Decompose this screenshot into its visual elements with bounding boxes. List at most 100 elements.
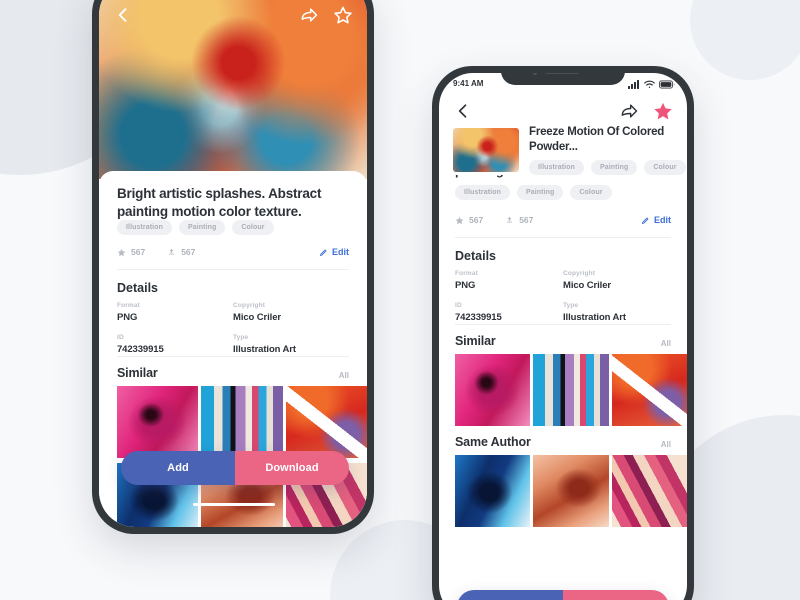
downloads-count: 567	[519, 215, 534, 225]
left-header-actions	[99, 5, 367, 25]
star-outline-icon[interactable]	[333, 5, 353, 25]
similar-all-link[interactable]: All	[661, 339, 671, 348]
favorites-count: 567	[131, 247, 146, 257]
home-indicator	[193, 503, 275, 506]
status-icons	[628, 80, 675, 89]
front-camera-icon	[533, 73, 537, 75]
similar-thumbnail[interactable]	[455, 354, 531, 426]
detail-value: 742339915	[455, 312, 502, 323]
divider	[455, 237, 671, 238]
same-author-heading: Same Author	[455, 435, 531, 449]
status-time: 9:41 AM	[453, 79, 484, 88]
detail-value: Illustration Art	[233, 344, 296, 355]
detail-key: Copyright	[233, 302, 266, 309]
detail-value: 742339915	[117, 344, 164, 355]
edit-label: Edit	[332, 247, 349, 257]
sticky-header: Freeze Motion Of Colored Powder... Illus…	[439, 125, 687, 175]
share-arrow-icon[interactable]	[619, 101, 639, 121]
detail-key: Copyright	[563, 270, 596, 277]
detail-value: Illustration Art	[563, 312, 626, 323]
star-filled-icon[interactable]	[653, 101, 673, 121]
divider	[455, 324, 671, 325]
tag-chip[interactable]: Painting	[178, 220, 226, 235]
favorites-stat: 567	[117, 247, 145, 257]
tag-chip[interactable]: Painting	[590, 159, 638, 175]
tag-chip[interactable]: Illustration	[529, 159, 584, 175]
same-author-thumbnail[interactable]	[455, 455, 531, 527]
same-author-thumbnail[interactable]	[533, 455, 609, 527]
share-arrow-icon[interactable]	[299, 5, 319, 25]
cellular-signal-icon	[628, 80, 639, 89]
edit-label: Edit	[654, 215, 671, 225]
downloads-count: 567	[181, 247, 196, 257]
detail-key: ID	[455, 302, 462, 309]
similar-thumbnail[interactable]	[533, 354, 609, 426]
similar-thumbnail-row	[117, 386, 367, 458]
add-button[interactable]: Add	[457, 590, 563, 600]
tag-list: Illustration Painting Colour	[529, 159, 686, 175]
similar-all-link[interactable]: All	[339, 371, 349, 380]
cta-bar-right: Add Download	[457, 590, 669, 600]
chevron-left-icon[interactable]	[453, 101, 473, 121]
similar-thumbnail[interactable]	[285, 386, 367, 458]
tag-list: Illustration Painting Colour	[117, 220, 274, 235]
cta-bar-left: Add Download	[121, 451, 349, 485]
add-button[interactable]: Add	[121, 451, 235, 485]
edit-button[interactable]: Edit	[319, 247, 349, 257]
detail-key: Type	[233, 334, 249, 341]
wifi-icon	[644, 80, 655, 88]
canvas: Bright artistic splashes. Abstract paint…	[0, 0, 800, 600]
stats-row: 567 567 Edit	[117, 247, 349, 257]
favorites-stat: 567	[455, 215, 483, 225]
scroll-content: painting motion color texture. Illustrat…	[439, 125, 687, 600]
download-button[interactable]: Download	[563, 590, 669, 600]
download-button[interactable]: Download	[235, 451, 349, 485]
same-author-all-link[interactable]: All	[661, 440, 671, 449]
stats-row: 567 567 Edit	[455, 215, 671, 225]
artwork-thumbnail[interactable]	[453, 128, 519, 172]
details-grid: Format PNG Copyright Mico Criler ID 7423…	[117, 302, 349, 355]
chevron-left-icon[interactable]	[113, 5, 133, 25]
screen-right: 9:41 AM Illustration Painting Colour 567…	[439, 73, 687, 600]
same-author-thumbnail[interactable]	[611, 455, 687, 527]
phone-mockup-left: Bright artistic splashes. Abstract paint…	[92, 0, 374, 534]
divider	[117, 269, 349, 270]
similar-thumbnail[interactable]	[201, 386, 283, 458]
tag-chip[interactable]: Colour	[232, 220, 274, 235]
details-heading: Details	[455, 249, 496, 263]
status-bar: 9:41 AM	[439, 73, 687, 99]
tag-chip[interactable]: Illustration	[455, 185, 510, 200]
detail-value: Mico Criler	[233, 312, 281, 323]
tag-chip[interactable]: Painting	[516, 185, 564, 200]
similar-heading: Similar	[455, 334, 496, 348]
background-blob	[690, 0, 800, 80]
detail-value: PNG	[117, 312, 138, 323]
similar-thumbnail[interactable]	[117, 386, 199, 458]
speaker-grill	[545, 73, 579, 74]
same-author-thumbnail-row	[455, 455, 687, 527]
detail-field: Type Illustration Art	[233, 334, 349, 355]
sticky-title: Freeze Motion Of Colored Powder...	[529, 126, 665, 153]
detail-field: Copyright Mico Criler	[233, 302, 349, 323]
battery-icon	[659, 80, 675, 89]
detail-field: ID 742339915	[455, 302, 563, 323]
artwork-title: Bright artistic splashes. Abstract paint…	[117, 186, 322, 219]
favorites-count: 567	[469, 215, 484, 225]
tag-chip[interactable]: Illustration	[117, 220, 172, 235]
similar-heading: Similar	[117, 366, 158, 380]
similar-thumbnail[interactable]	[611, 354, 687, 426]
tag-chip[interactable]: Colour	[644, 159, 686, 175]
hero-artwork-image[interactable]	[99, 0, 367, 179]
tag-chip[interactable]: Colour	[570, 185, 612, 200]
screen-left: Bright artistic splashes. Abstract paint…	[99, 0, 367, 527]
edit-button[interactable]: Edit	[641, 215, 671, 225]
detail-sheet-left: Bright artistic splashes. Abstract paint…	[99, 171, 367, 527]
details-heading: Details	[117, 281, 158, 295]
detail-field: Format PNG	[117, 302, 233, 323]
details-grid: Format PNG Copyright Mico Criler ID 7423…	[455, 270, 671, 323]
detail-field: ID 742339915	[117, 334, 233, 355]
detail-field: Format PNG	[455, 270, 563, 291]
notch	[501, 73, 625, 85]
similar-section-header: Similar All	[117, 366, 349, 380]
detail-key: Format	[455, 270, 478, 277]
